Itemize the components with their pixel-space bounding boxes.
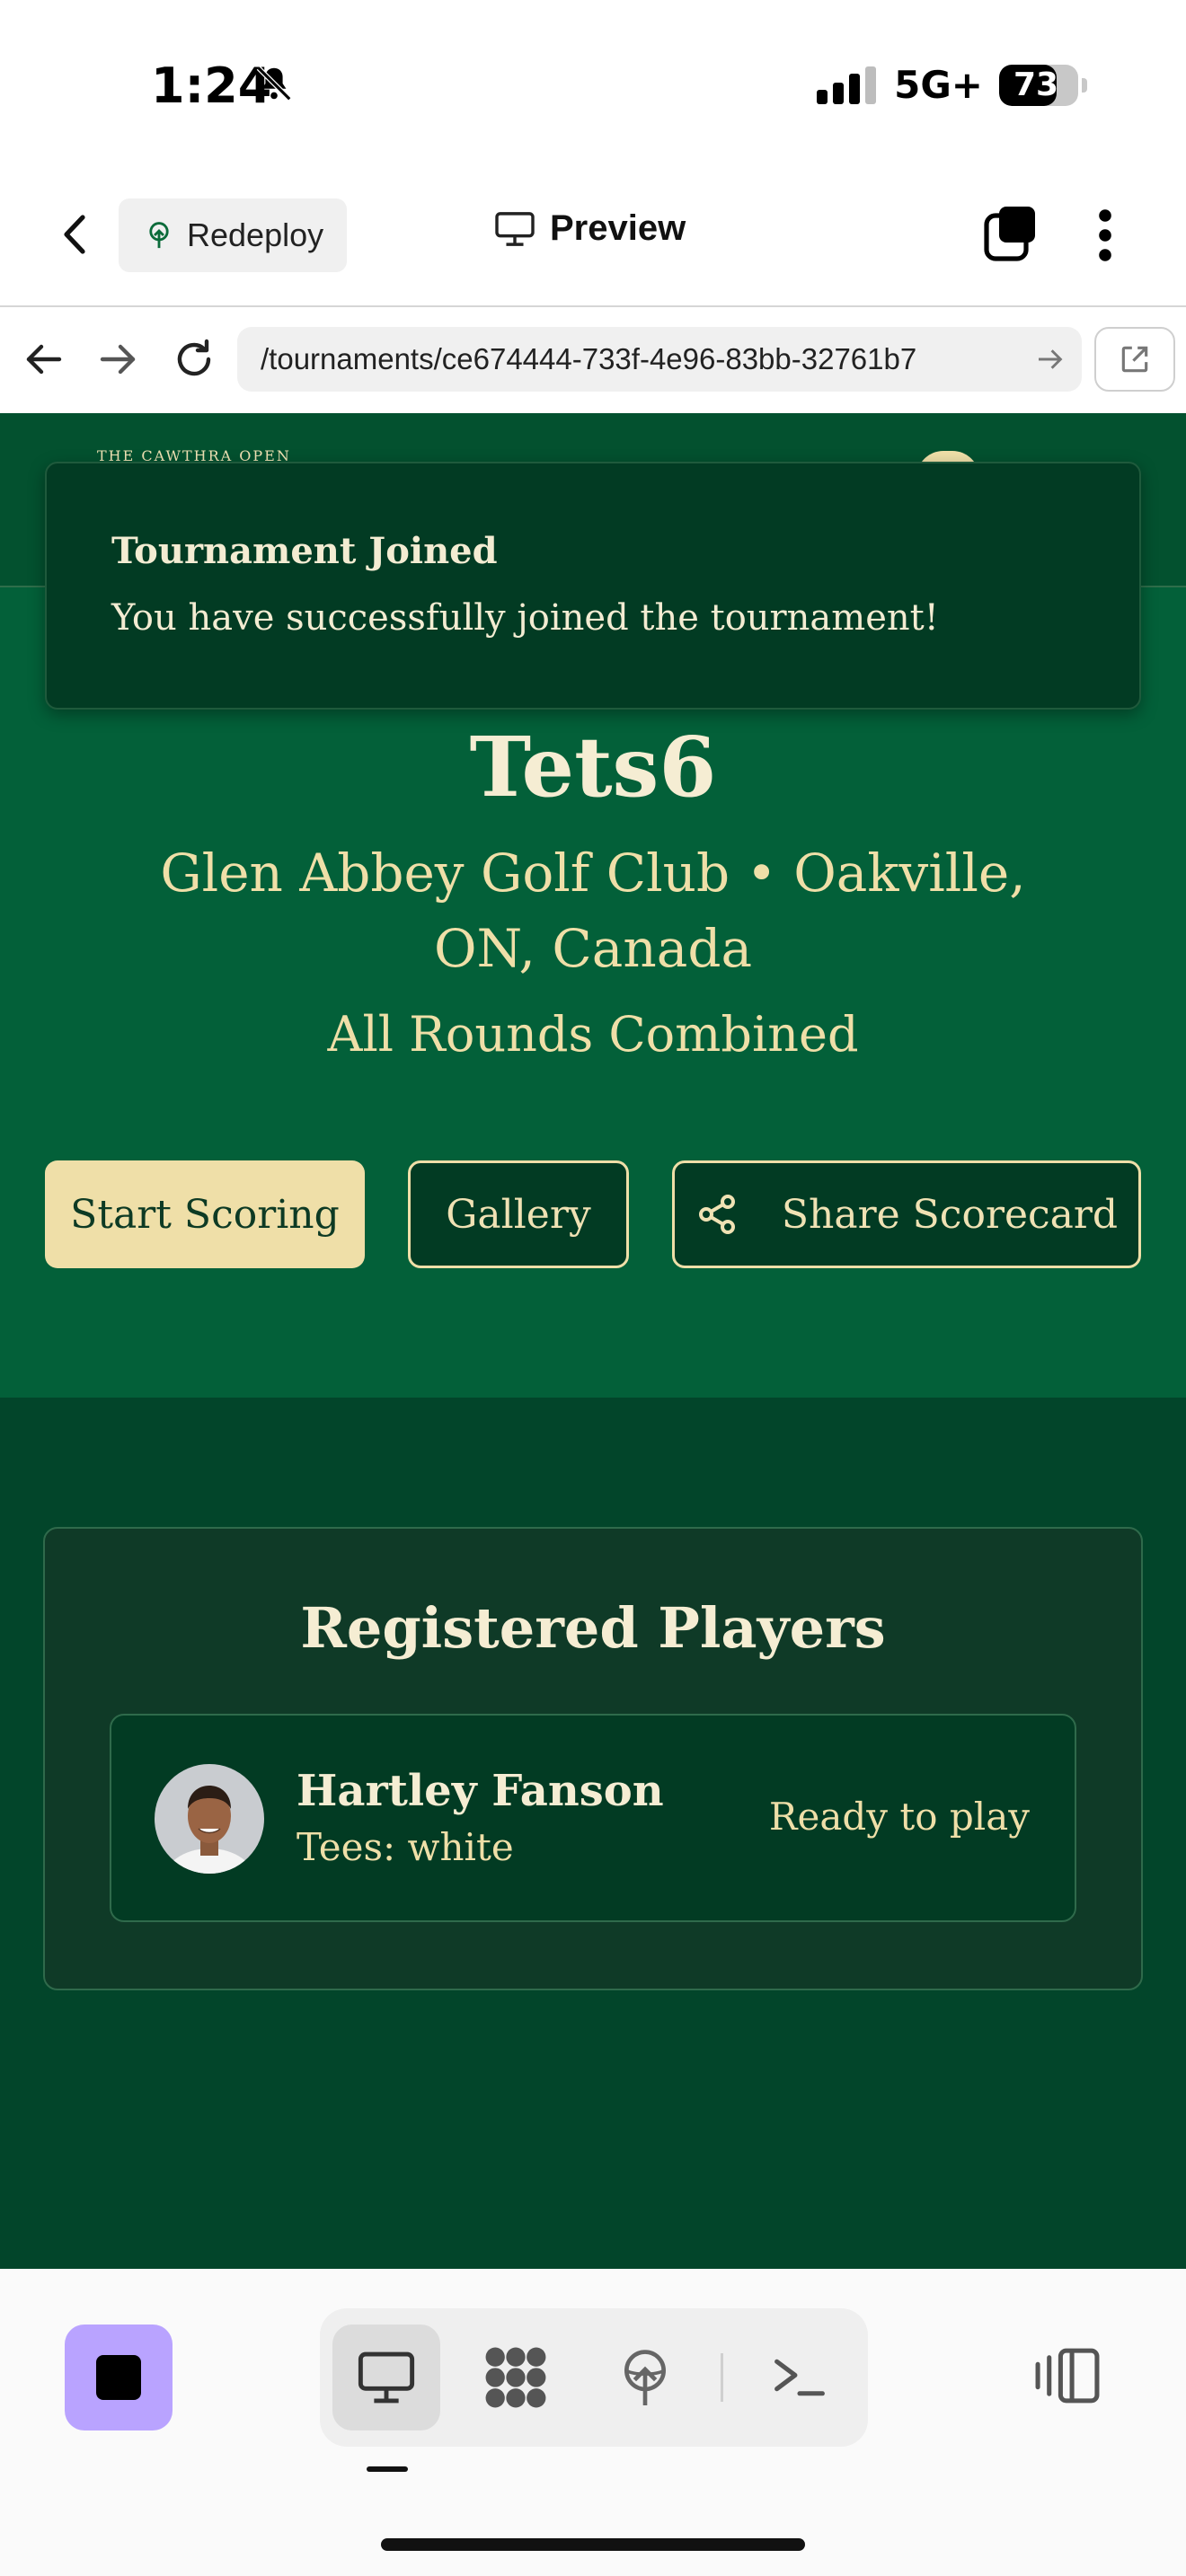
tabs-icon[interactable] <box>983 205 1037 266</box>
stop-icon <box>96 2355 141 2400</box>
deploy-icon <box>149 222 169 249</box>
toast-title: Tournament Joined <box>111 530 498 572</box>
tournament-venue: Glen Abbey Golf Club • Oakville, ON, Can… <box>160 842 1026 979</box>
divider <box>0 305 1186 307</box>
back-icon[interactable] <box>58 212 93 260</box>
toast-message: You have successfully joined the tournam… <box>111 597 939 639</box>
redeploy-button[interactable]: Redeploy <box>119 198 347 272</box>
share-scorecard-label: Share Scorecard <box>781 1191 1119 1238</box>
start-scoring-button[interactable]: Start Scoring <box>45 1160 365 1268</box>
external-link-icon <box>1121 346 1148 373</box>
preview-label: Preview <box>550 208 686 248</box>
rounds-label: All Rounds Combined <box>327 1006 859 1063</box>
terminal-icon[interactable] <box>764 2344 836 2411</box>
share-icon <box>698 1195 735 1234</box>
tournament-name: Tets6 <box>469 719 717 816</box>
desktop-icon <box>495 211 535 246</box>
network-type: 5G+ <box>894 63 983 107</box>
deploy-icon[interactable] <box>609 2344 681 2411</box>
player-status: Ready to play <box>768 1795 1030 1839</box>
browser-forward-icon[interactable] <box>99 341 138 381</box>
home-indicator <box>381 2538 805 2551</box>
reload-icon[interactable] <box>173 338 216 384</box>
grid-dots-icon[interactable] <box>480 2344 552 2411</box>
share-scorecard-button[interactable]: Share Scorecard <box>672 1160 1141 1268</box>
desktop-icon[interactable] <box>350 2344 422 2411</box>
gallery-button[interactable]: Gallery <box>408 1160 629 1268</box>
go-arrow-icon[interactable] <box>1035 348 1066 371</box>
player-tees: Tees: white <box>296 1825 514 1869</box>
stop-button[interactable] <box>65 2325 173 2430</box>
more-options-icon[interactable] <box>1096 208 1114 266</box>
url-field[interactable]: /tournaments/ce674444-733f-4e96-83bb-327… <box>237 327 1082 392</box>
bell-muted-icon <box>253 63 295 108</box>
url-text: /tournaments/ce674444-733f-4e96-83bb-327… <box>261 342 917 375</box>
preview-title[interactable]: Preview <box>494 208 686 249</box>
players-title: Registered Players <box>300 1595 886 1661</box>
redeploy-label: Redeploy <box>187 216 324 253</box>
status-indicators: 5G+ 73 <box>817 63 1087 107</box>
battery-level: 73 <box>1013 66 1059 103</box>
open-external-button[interactable] <box>1094 327 1175 392</box>
player-avatar <box>155 1764 264 1874</box>
sidebar-toggle-icon[interactable] <box>1033 2346 1102 2409</box>
player-name: Hartley Fanson <box>296 1766 664 1816</box>
battery-indicator: 73 <box>999 64 1078 106</box>
toast-notification: Tournament Joined You have successfully … <box>45 462 1141 710</box>
active-tab-indicator <box>367 2466 408 2472</box>
browser-back-icon[interactable] <box>23 341 63 381</box>
divider <box>721 2353 723 2402</box>
signal-icon <box>817 66 877 104</box>
